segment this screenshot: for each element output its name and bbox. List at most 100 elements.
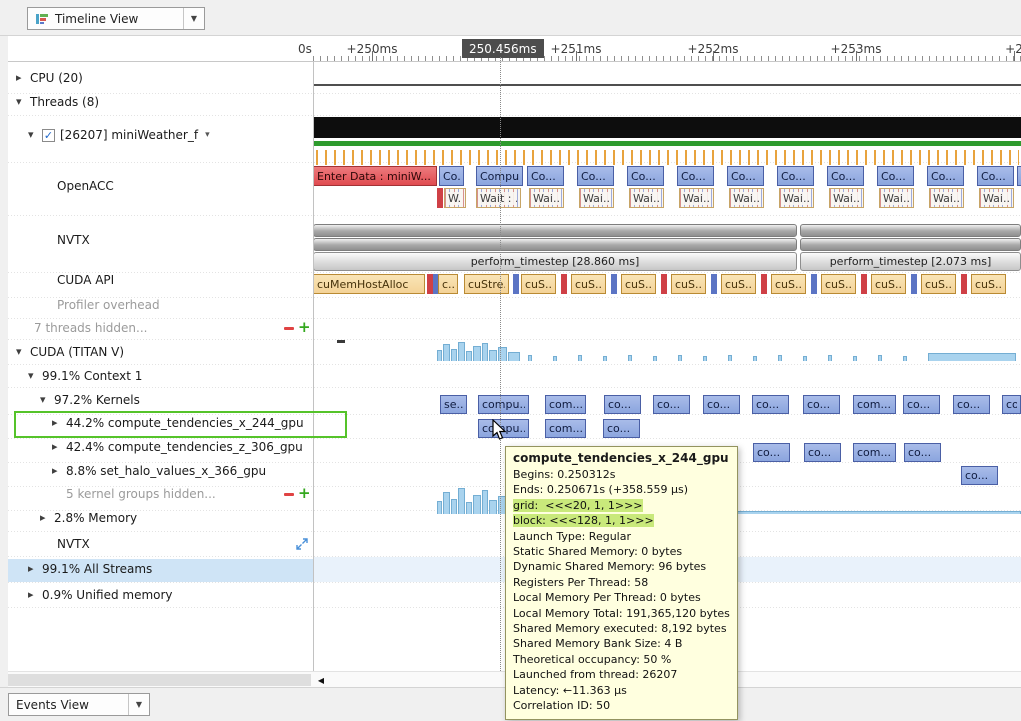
cuda-api-bar[interactable]: [861, 274, 867, 294]
timeline-ruler[interactable]: 0s 250.456ms +250ms+251ms+252ms+253ms+2: [8, 36, 1021, 62]
cuda-api-bar[interactable]: cuStre...: [464, 274, 509, 294]
scroll-left-arrow-icon[interactable]: ◀: [313, 673, 329, 687]
scrollbar-thumb[interactable]: [8, 674, 311, 686]
openacc-launch-bar[interactable]: Co...: [527, 166, 564, 186]
chevron-down-icon[interactable]: ▾: [28, 369, 34, 383]
events-view-dropdown[interactable]: Events View ▼: [8, 693, 150, 716]
openacc-wait-bar[interactable]: Wai...: [629, 188, 664, 208]
openacc-launch-bar[interactable]: [1017, 166, 1021, 186]
nvtx-depth-2-bar[interactable]: [800, 238, 1021, 251]
chevron-down-icon[interactable]: ▾: [16, 345, 22, 359]
openacc-launch-bar[interactable]: Co...: [927, 166, 964, 186]
sidebar-row[interactable]: ▾99.1% Context 1: [8, 366, 313, 386]
kernels-bar[interactable]: co...: [1002, 395, 1021, 414]
nvtx-range-bar[interactable]: perform_timestep [2.073 ms]: [800, 252, 1021, 271]
kernels-bar[interactable]: se...: [440, 395, 467, 414]
sidebar-row[interactable]: Profiler overhead: [8, 295, 313, 315]
sidebar-row[interactable]: NVTX: [8, 230, 313, 250]
kernels-bar[interactable]: com...: [545, 395, 586, 414]
openacc-wait-bar[interactable]: Wai...: [779, 188, 814, 208]
kernels-bar[interactable]: compu...: [478, 395, 529, 414]
cuda-api-bar[interactable]: cuS...: [721, 274, 756, 294]
openacc-wait-bar[interactable]: W...: [444, 188, 466, 208]
kernels-bar[interactable]: co...: [752, 395, 789, 414]
chevron-right-icon[interactable]: ▸: [28, 562, 34, 576]
openacc-wait-bar[interactable]: Wai...: [679, 188, 714, 208]
openacc-wait-bar[interactable]: Wai...: [979, 188, 1014, 208]
openacc-launch-bar[interactable]: Co...: [677, 166, 714, 186]
cuda-api-bar[interactable]: cuS...: [771, 274, 806, 294]
sidebar-row[interactable]: ▸42.4% compute_tendencies_z_306_gpu: [8, 437, 313, 457]
kernel-z306-bar[interactable]: co...: [804, 443, 841, 462]
openacc-wait-bar[interactable]: Wai...: [729, 188, 764, 208]
cuda-api-bar[interactable]: c...: [438, 274, 458, 294]
chevron-right-icon[interactable]: ▸: [28, 588, 34, 602]
add-rows-icon[interactable]: +: [298, 484, 311, 502]
thread-checkbox[interactable]: ✓: [42, 129, 55, 142]
kernel-x244-bar[interactable]: com...: [545, 419, 586, 438]
cuda-api-bar[interactable]: cuMemHostAlloc: [313, 274, 425, 294]
cuda-api-bar[interactable]: cuS...: [821, 274, 856, 294]
cuda-api-bar[interactable]: [513, 274, 519, 294]
sidebar-row[interactable]: 7 threads hidden...+: [8, 318, 313, 338]
sidebar-row[interactable]: ▸99.1% All Streams: [8, 559, 313, 582]
openacc-launch-bar[interactable]: Co...: [827, 166, 864, 186]
cuda-api-bar[interactable]: cuS...: [671, 274, 706, 294]
cuda-api-bar[interactable]: [761, 274, 767, 294]
chevron-right-icon[interactable]: ▸: [40, 511, 46, 525]
cuda-api-bar[interactable]: [961, 274, 967, 294]
cuda-api-bar[interactable]: [911, 274, 917, 294]
remove-rows-icon[interactable]: [284, 327, 294, 330]
cuda-api-bar[interactable]: cuS...: [871, 274, 906, 294]
sidebar-row[interactable]: ▾Threads (8): [8, 92, 313, 112]
sidebar-row[interactable]: NVTX: [8, 534, 313, 554]
kernels-bar[interactable]: co...: [903, 395, 940, 414]
cuda-api-bar[interactable]: cuS...: [571, 274, 606, 294]
sidebar-row[interactable]: ▸0.9% Unified memory: [8, 585, 313, 605]
kernels-bar[interactable]: co...: [604, 395, 641, 414]
cuda-api-bar[interactable]: cuS...: [971, 274, 1006, 294]
openacc-wait-bar[interactable]: [437, 188, 443, 208]
chevron-right-icon[interactable]: ▸: [16, 71, 22, 85]
sidebar-row[interactable]: ▾97.2% Kernels: [8, 390, 313, 410]
kernels-bar[interactable]: com...: [853, 395, 896, 414]
openacc-launch-bar[interactable]: Co...: [439, 166, 464, 186]
openacc-wait-bar[interactable]: Wai...: [879, 188, 914, 208]
sidebar-row[interactable]: ▾✓[26207] miniWeather_f▾: [8, 125, 313, 145]
remove-rows-icon[interactable]: [284, 493, 294, 496]
chevron-down-icon[interactable]: ▾: [28, 128, 34, 142]
chevron-right-icon[interactable]: ▸: [52, 440, 58, 454]
cuda-api-bar[interactable]: [611, 274, 617, 294]
kernel-x244-bar[interactable]: co...: [603, 419, 640, 438]
openacc-wait-bar[interactable]: Wai...: [829, 188, 864, 208]
sidebar-row[interactable]: ▸2.8% Memory: [8, 508, 313, 528]
kernel-z306-bar[interactable]: co...: [904, 443, 941, 462]
kernel-z306-bar[interactable]: co...: [753, 443, 790, 462]
kernels-bar[interactable]: co...: [803, 395, 840, 414]
openacc-wait-bar[interactable]: Wai...: [929, 188, 964, 208]
expand-row-icon[interactable]: [296, 538, 308, 553]
openacc-wait-bar[interactable]: Wait : ...: [476, 188, 521, 208]
sidebar-row[interactable]: ▾CUDA (TITAN V): [8, 342, 313, 362]
nvtx-range-bar[interactable]: perform_timestep [28.860 ms]: [313, 252, 797, 271]
chevron-down-icon[interactable]: ▾: [16, 95, 22, 109]
kernels-bar[interactable]: co...: [703, 395, 740, 414]
sidebar-row[interactable]: OpenACC: [8, 176, 313, 196]
chevron-right-icon[interactable]: ▸: [52, 464, 58, 478]
cuda-api-bar[interactable]: cuS...: [521, 274, 556, 294]
sidebar-row[interactable]: 5 kernel groups hidden...+: [8, 484, 313, 504]
kernel-z306-bar[interactable]: com...: [853, 443, 896, 462]
chevron-down-icon[interactable]: ▾: [205, 130, 210, 140]
cuda-api-bar[interactable]: [661, 274, 667, 294]
nvtx-depth-1-bar[interactable]: [313, 224, 797, 237]
openacc-launch-bar[interactable]: Enter Data : miniW...: [313, 166, 437, 186]
add-rows-icon[interactable]: +: [298, 318, 311, 336]
sidebar-row[interactable]: ▸8.8% set_halo_values_x_366_gpu: [8, 461, 313, 481]
openacc-launch-bar[interactable]: Co...: [577, 166, 614, 186]
cuda-api-bar[interactable]: [561, 274, 567, 294]
cuda-api-bar[interactable]: [811, 274, 817, 294]
nvtx-depth-2-bar[interactable]: [313, 238, 797, 251]
openacc-launch-bar[interactable]: Co...: [727, 166, 764, 186]
openacc-launch-bar[interactable]: Co...: [627, 166, 664, 186]
openacc-launch-bar[interactable]: Co...: [877, 166, 914, 186]
